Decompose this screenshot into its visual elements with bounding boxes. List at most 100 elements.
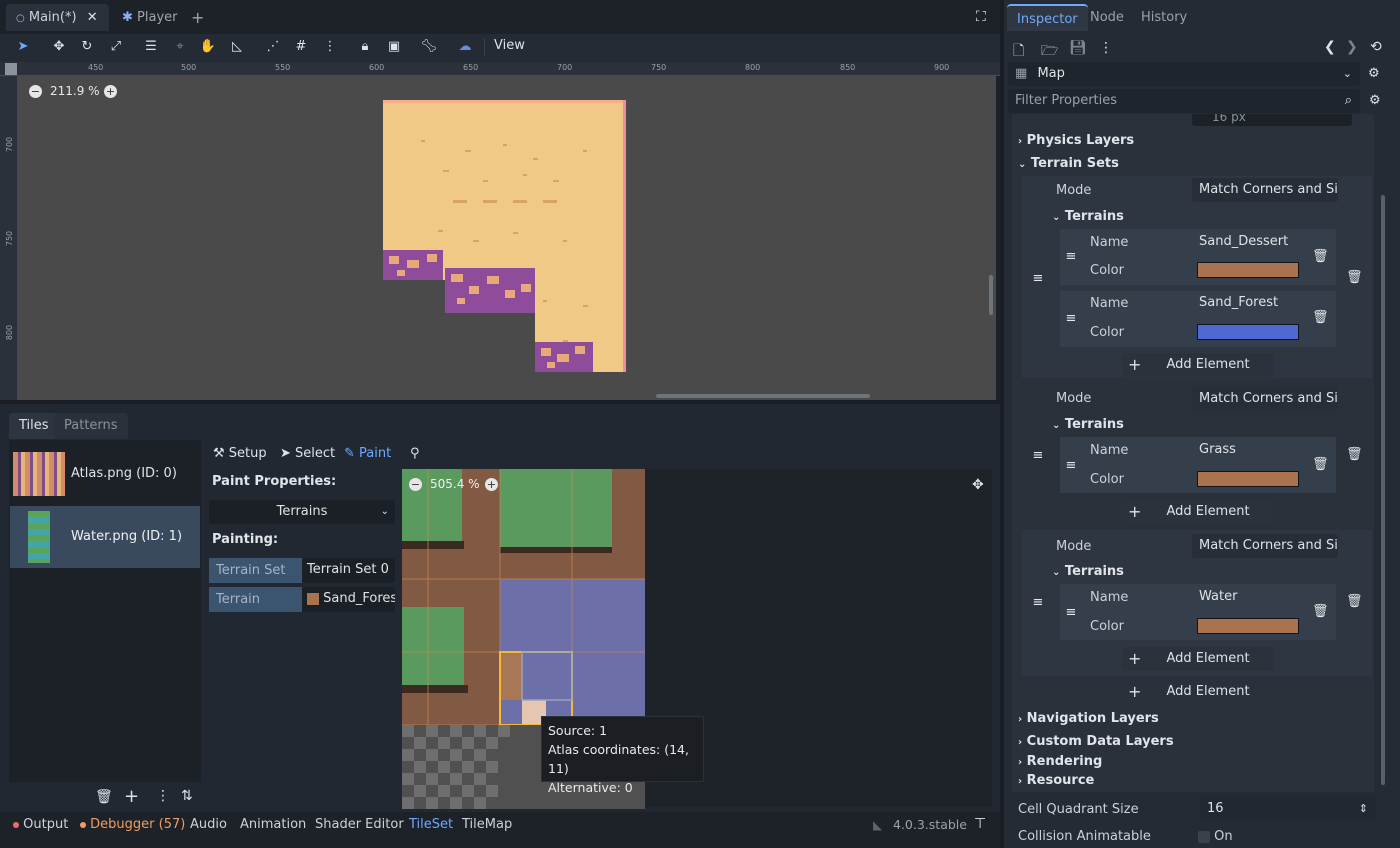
add-terrain-button[interactable]: + Add Element	[1122, 647, 1274, 671]
inspector-menu-icon[interactable]: ⋮	[1099, 40, 1113, 56]
terrains-subsection[interactable]: ⌄ Terrains	[1052, 209, 1124, 224]
distraction-free-icon[interactable]: ⛶	[976, 9, 986, 25]
group-icon[interactable]: ▣	[383, 36, 405, 58]
tileset-button[interactable]: TileSet	[409, 817, 453, 832]
viewport-hscroll[interactable]	[656, 394, 870, 398]
inspector-scrollbar[interactable]	[1381, 195, 1385, 785]
source-menu-icon[interactable]: ⋮	[156, 788, 170, 804]
source-water-item[interactable]: Water.png (ID: 1)	[10, 506, 200, 568]
tab-node[interactable]: Node	[1080, 4, 1134, 31]
resource-section[interactable]: › Resource	[1018, 773, 1094, 788]
grid-snap-icon[interactable]: #	[290, 36, 312, 58]
mode-dropdown[interactable]: Match Corners and Sides	[1192, 534, 1338, 558]
paint-mode-button[interactable]: ✎ Paint	[344, 446, 391, 461]
zoom-in-icon[interactable]: +	[104, 85, 117, 98]
drag-handle-icon[interactable]: ≡	[1064, 250, 1078, 263]
source-atlas-item[interactable]: Atlas.png (ID: 0)	[10, 444, 200, 504]
drag-handle-icon[interactable]: ≡	[1064, 606, 1078, 619]
terrain-sets-section[interactable]: ⌄ Terrain Sets	[1018, 156, 1119, 171]
tab-main-scene[interactable]: ○ Main(*) ✕	[6, 4, 109, 31]
save-resource-icon[interactable]: 💾︎	[1069, 40, 1087, 56]
output-button[interactable]: Output	[13, 817, 68, 832]
bone-icon[interactable]: 🦴︎	[418, 36, 440, 58]
ruler-tool-icon[interactable]: ◺	[226, 36, 248, 58]
drag-handle-icon[interactable]: ≡	[1031, 596, 1045, 609]
add-terrain-button[interactable]: + Add Element	[1122, 500, 1274, 524]
view-menu[interactable]: View	[494, 38, 525, 53]
terrain-color-picker[interactable]	[1197, 618, 1299, 634]
delete-terrain-icon[interactable]: 🗑︎	[1312, 604, 1329, 620]
terrain-color-picker[interactable]	[1197, 324, 1299, 340]
pivot-tool-icon[interactable]: ⌖	[169, 36, 191, 58]
terrains-subsection[interactable]: ⌄ Terrains	[1052, 564, 1124, 579]
delete-terrain-icon[interactable]: 🗑︎	[1312, 457, 1329, 473]
pan-tool-icon[interactable]: ✋	[197, 36, 219, 58]
mode-dropdown[interactable]: Match Corners and Sides	[1192, 387, 1338, 411]
tilemap-button[interactable]: TileMap	[462, 817, 512, 832]
open-resource-icon[interactable]: 🗁︎	[1041, 40, 1058, 64]
object-selector[interactable]: ▦ Map ⌄	[1008, 62, 1360, 86]
terrain-dropdown[interactable]: Sand_Forest	[302, 587, 395, 612]
new-resource-icon[interactable]: 🗋︎	[1013, 40, 1024, 64]
drag-handle-icon[interactable]: ≡	[1064, 312, 1078, 325]
rotate-tool-icon[interactable]: ↻	[76, 36, 98, 58]
cell-quadrant-size-field[interactable]: 16 ⇕	[1200, 797, 1376, 821]
atlas-zoom-out-icon[interactable]: −	[409, 478, 422, 491]
collision-animatable-toggle[interactable]: On	[1198, 829, 1233, 844]
rendering-section[interactable]: › Rendering	[1018, 754, 1102, 769]
lock-icon[interactable]: 🔒︎	[354, 36, 376, 58]
drag-handle-icon[interactable]: ≡	[1031, 449, 1045, 462]
audio-button[interactable]: Audio	[190, 817, 227, 832]
sort-source-icon[interactable]: ⇅	[181, 788, 193, 804]
delete-terrain-icon[interactable]: 🗑︎	[1312, 249, 1329, 265]
zoom-level[interactable]: 211.9 %	[50, 84, 100, 98]
mode-dropdown[interactable]: Match Corners and Sides	[1192, 178, 1338, 202]
setup-mode-button[interactable]: ⚒ Setup	[213, 446, 267, 461]
tab-patterns[interactable]: Patterns	[54, 413, 128, 439]
tab-inspector[interactable]: Inspector	[1007, 4, 1088, 31]
spin-arrows-icon[interactable]: ⇕	[1359, 797, 1368, 821]
smart-snap-icon[interactable]: ⋰	[262, 36, 284, 58]
terrain-name-field[interactable]: Water	[1192, 585, 1304, 609]
filter-properties-input[interactable]: Filter Properties ⌕	[1008, 89, 1360, 113]
select-mode-button[interactable]: ➤ Select	[280, 446, 335, 461]
tab-history[interactable]: History	[1131, 4, 1197, 31]
center-view-icon[interactable]: ✥	[972, 477, 984, 493]
list-select-icon[interactable]: ☰	[140, 36, 162, 58]
terrain-name-field[interactable]: Sand_Dessert	[1192, 230, 1304, 254]
atlas-zoom-level[interactable]: 505.4 %	[430, 477, 480, 491]
move-tool-icon[interactable]: ✥	[48, 36, 70, 58]
add-terrain-button[interactable]: + Add Element	[1122, 353, 1274, 377]
delete-terrain-set-icon[interactable]: 🗑︎	[1346, 270, 1363, 286]
zoom-out-icon[interactable]: −	[29, 85, 42, 98]
terrains-subsection[interactable]: ⌄ Terrains	[1052, 417, 1124, 432]
tab-player-scene[interactable]: ✱ Player	[112, 4, 192, 31]
scale-tool-icon[interactable]: ⤢	[105, 36, 127, 58]
add-source-icon[interactable]: +	[124, 786, 139, 807]
delete-terrain-set-icon[interactable]: 🗑︎	[1346, 447, 1363, 463]
eyedropper-icon[interactable]: ⚲	[410, 446, 420, 461]
terrain-color-picker[interactable]	[1197, 262, 1299, 278]
panel-splitter[interactable]	[0, 400, 1000, 404]
drag-handle-icon[interactable]: ≡	[1031, 272, 1045, 285]
terrain-set-dropdown[interactable]: Terrain Set 0	[302, 558, 395, 583]
drag-handle-icon[interactable]: ≡	[1064, 459, 1078, 472]
tab-tiles[interactable]: Tiles	[9, 413, 59, 439]
debugger-button[interactable]: Debugger (57)	[80, 817, 185, 832]
custom-data-layers-section[interactable]: › Custom Data Layers	[1018, 734, 1174, 749]
navigation-layers-section[interactable]: › Navigation Layers	[1018, 711, 1159, 726]
paint-type-dropdown[interactable]: Terrains ⌄	[209, 500, 395, 524]
terrain-color-picker[interactable]	[1197, 471, 1299, 487]
add-scene-icon[interactable]: +	[191, 8, 204, 27]
history-back-icon[interactable]: ❮	[1324, 39, 1336, 55]
more-options-icon[interactable]: ⋮	[319, 36, 341, 58]
physics-layers-section[interactable]: › Physics Layers	[1018, 133, 1134, 148]
terrain-name-field[interactable]: Sand_Forest	[1192, 291, 1304, 315]
terrain-name-field[interactable]: Grass	[1192, 438, 1304, 462]
viewport-vscroll[interactable]	[989, 275, 993, 315]
add-terrain-set-button[interactable]: + Add Element	[1122, 680, 1274, 704]
delete-source-icon[interactable]: 🗑︎	[95, 789, 113, 805]
select-tool-icon[interactable]: ➤	[12, 36, 34, 58]
shader-editor-button[interactable]: Shader Editor	[315, 817, 404, 832]
cloud-icon[interactable]: ☁	[454, 36, 476, 58]
